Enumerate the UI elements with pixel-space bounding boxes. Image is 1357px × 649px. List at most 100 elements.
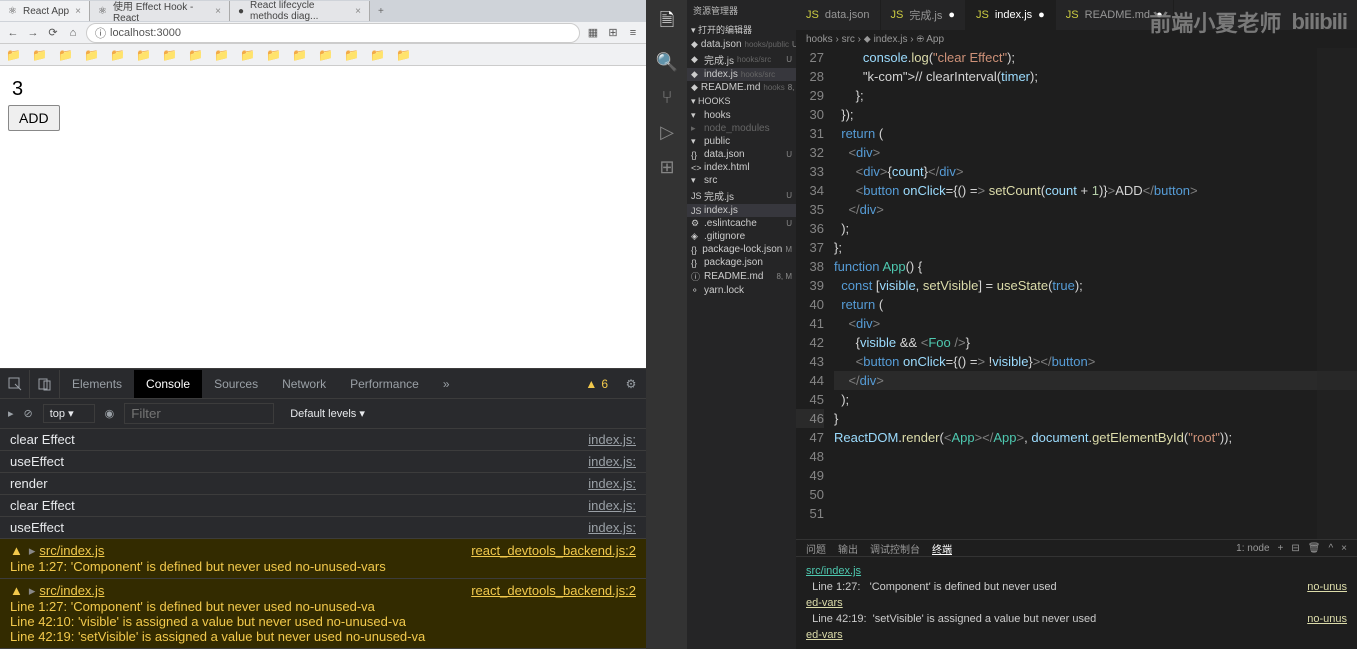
trash-icon[interactable]: 🗑 [1308, 543, 1321, 554]
bookmark-folder[interactable]: 📁 [396, 48, 410, 62]
bookmark-folder[interactable]: 📁 [188, 48, 202, 62]
search-icon[interactable]: 🔍 [656, 52, 678, 73]
bookmark-folder[interactable]: 📁 [370, 48, 384, 62]
bookmark-folder[interactable]: 📁 [32, 48, 46, 62]
bookmark-folder[interactable]: 📁 [344, 48, 358, 62]
log-row[interactable]: clear Effectindex.js: [0, 429, 646, 451]
back-icon[interactable]: ← [6, 27, 20, 39]
open-editor-item[interactable]: ◆README.md hooks8, M [687, 81, 796, 94]
split-icon[interactable]: ⊟ [1291, 543, 1299, 554]
filter-input[interactable] [124, 403, 274, 424]
open-editors-section[interactable]: ▾ 打开的编辑器 [687, 21, 796, 38]
bookmark-folder[interactable]: 📁 [162, 48, 176, 62]
close-icon[interactable]: × [355, 6, 361, 17]
terminal-select[interactable]: 1: node [1236, 543, 1269, 554]
devtools-tab[interactable]: Performance [338, 370, 431, 398]
workspace-section[interactable]: ▾ HOOKS [687, 94, 796, 109]
tree-item[interactable]: ▸node_modules [687, 122, 796, 135]
open-editor-item[interactable]: ◆完成.js hooks/srcU [687, 51, 796, 68]
forward-icon[interactable]: → [26, 27, 40, 39]
new-tab-button[interactable]: + [370, 6, 392, 17]
bookmark-folder[interactable]: 📁 [266, 48, 280, 62]
extension-icon[interactable]: ▦ [586, 26, 600, 39]
url-input[interactable]: ⓘlocalhost:3000 [86, 23, 580, 43]
levels-select[interactable]: Default levels ▾ [284, 405, 385, 422]
bookmark-folder[interactable]: 📁 [6, 48, 20, 62]
add-button[interactable]: ADD [8, 105, 60, 131]
tree-item[interactable]: ◈.gitignore [687, 230, 796, 243]
vscode-sidebar: 🗎 🔍 ⑂ ▷ ⊞ 资源管理器 ▾ 打开的编辑器 ◆data.json hook… [646, 0, 796, 649]
eye-icon[interactable]: ◉ [105, 407, 115, 420]
log-warning[interactable]: ▲▸src/index.jsreact_devtools_backend.js:… [0, 579, 646, 649]
source-control-icon[interactable]: ⑂ [662, 87, 673, 108]
bookmark-folder[interactable]: 📁 [84, 48, 98, 62]
code-editor[interactable]: 2728293031323334353637383940414243444546… [796, 48, 1357, 539]
terminal-tab[interactable]: 调试控制台 [870, 541, 920, 556]
tree-item[interactable]: ▾hooks [687, 109, 796, 122]
activity-bar: 🗎 🔍 ⑂ ▷ ⊞ [647, 0, 687, 649]
tree-item[interactable]: {}package-lock.jsonM [687, 243, 796, 256]
bookmark-folder[interactable]: 📁 [292, 48, 306, 62]
open-editor-item[interactable]: ◆index.js hooks/src [687, 68, 796, 81]
browser-tab[interactable]: ●React lifecycle methods diag...× [230, 1, 370, 21]
plus-icon[interactable]: + [1278, 543, 1284, 554]
tree-item[interactable]: ▾src [687, 174, 796, 187]
context-select[interactable]: top ▾ [43, 404, 95, 423]
tree-item[interactable]: ⚬yarn.lock [687, 284, 796, 297]
home-icon[interactable]: ⌂ [66, 27, 80, 39]
log-row[interactable]: useEffectindex.js: [0, 451, 646, 473]
devtools-tab[interactable]: Console [134, 370, 202, 398]
log-row[interactable]: clear Effectindex.js: [0, 495, 646, 517]
log-warning[interactable]: ▲▸src/index.jsreact_devtools_backend.js:… [0, 539, 646, 579]
extensions-icon[interactable]: ⊞ [659, 157, 674, 178]
code-content[interactable]: console.log("clear Effect"); "k-com">// … [834, 48, 1357, 539]
devtools-tab[interactable]: Network [270, 370, 338, 398]
editor-tab[interactable]: JS index.js ● [966, 0, 1056, 30]
explorer-icon[interactable]: 🗎 [660, 8, 674, 38]
play-icon[interactable]: ▸ [8, 407, 14, 420]
bookmark-folder[interactable]: 📁 [240, 48, 254, 62]
tab-more[interactable]: » [431, 370, 462, 398]
browser-tab[interactable]: ⚛使用 Effect Hook - React× [90, 1, 230, 21]
bookmark-folder[interactable]: 📁 [110, 48, 124, 62]
menu-icon[interactable]: ≡ [626, 27, 640, 39]
inspect-icon[interactable] [0, 370, 30, 398]
clear-icon[interactable]: ⊘ [24, 407, 33, 420]
minimap[interactable] [1317, 48, 1357, 539]
explorer-panel: 资源管理器 ▾ 打开的编辑器 ◆data.json hooks/publicU◆… [687, 0, 796, 649]
close-icon[interactable]: × [1341, 543, 1347, 554]
warning-badge[interactable]: ▲6 [577, 377, 616, 391]
bookmark-folder[interactable]: 📁 [318, 48, 332, 62]
terminal-tab[interactable]: 输出 [838, 541, 858, 556]
tree-item[interactable]: ⚙.eslintcacheU [687, 217, 796, 230]
tree-item[interactable]: <>index.html [687, 161, 796, 174]
close-icon[interactable]: × [215, 6, 221, 17]
close-icon[interactable]: × [75, 6, 81, 17]
bookmark-folder[interactable]: 📁 [136, 48, 150, 62]
log-row[interactable]: useEffectindex.js: [0, 517, 646, 539]
chevron-up-icon[interactable]: ^ [1328, 543, 1333, 554]
tree-item[interactable]: {}package.json [687, 256, 796, 269]
qr-icon[interactable]: ⊞ [606, 26, 620, 39]
tree-item[interactable]: JSindex.js [687, 204, 796, 217]
editor-tab[interactable]: JS data.json [796, 0, 881, 30]
editor-tab[interactable]: JS 完成.js ● [881, 0, 967, 30]
bookmark-folder[interactable]: 📁 [58, 48, 72, 62]
tree-item[interactable]: {}data.jsonU [687, 148, 796, 161]
debug-icon[interactable]: ▷ [660, 122, 674, 143]
reload-icon[interactable]: ⟳ [46, 26, 60, 39]
device-icon[interactable] [30, 370, 60, 398]
browser-tab[interactable]: ⚛React App× [0, 1, 90, 21]
tree-item[interactable]: JS完成.jsU [687, 187, 796, 204]
devtools-tab[interactable]: Sources [202, 370, 270, 398]
tree-item[interactable]: ⓘREADME.md8, M [687, 269, 796, 284]
terminal-tab[interactable]: 终端 [932, 541, 952, 556]
tree-item[interactable]: ▾public [687, 135, 796, 148]
open-editor-item[interactable]: ◆data.json hooks/publicU [687, 38, 796, 51]
bookmark-folder[interactable]: 📁 [214, 48, 228, 62]
terminal-output[interactable]: src/index.js Line 1:27: 'Component' is d… [796, 557, 1357, 649]
devtools-tab[interactable]: Elements [60, 370, 134, 398]
terminal-tab[interactable]: 问题 [806, 541, 826, 556]
log-row[interactable]: renderindex.js: [0, 473, 646, 495]
gear-icon[interactable]: ⚙ [616, 377, 646, 391]
